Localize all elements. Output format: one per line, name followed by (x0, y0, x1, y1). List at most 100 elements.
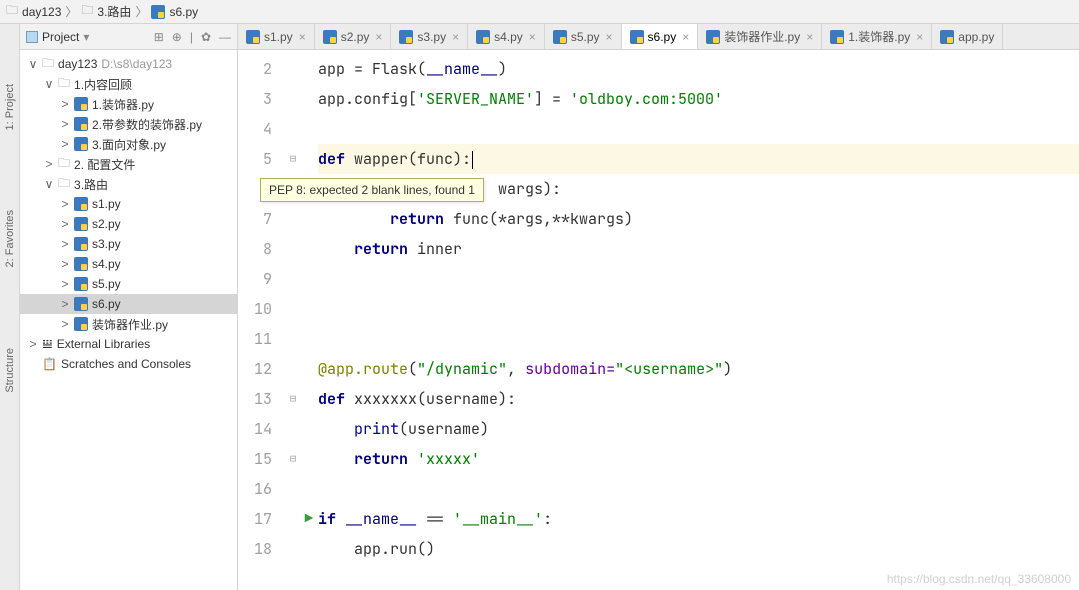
dropdown-icon[interactable]: ▾ (83, 30, 89, 44)
tree-row[interactable]: 📋Scratches and Consoles (20, 354, 237, 374)
fold-toggle[interactable] (286, 324, 300, 354)
tool-window-tab[interactable]: 1: Project (4, 84, 16, 130)
code-line[interactable] (318, 114, 1079, 144)
tree-row[interactable]: ∨🗀day123 D:\s8\day123 (20, 54, 237, 74)
fold-toggle[interactable]: ⊟ (286, 144, 300, 174)
tree-row[interactable]: >s3.py (20, 234, 237, 254)
chevron-icon[interactable]: ∨ (44, 177, 54, 191)
code-line[interactable]: return inner (318, 234, 1079, 264)
chevron-icon[interactable]: > (60, 237, 70, 251)
close-icon[interactable]: × (375, 30, 382, 44)
line-number: 15 (238, 444, 272, 474)
tree-label: s4.py (92, 257, 121, 271)
tree-row[interactable]: >s6.py (20, 294, 237, 314)
chevron-icon[interactable]: > (28, 337, 38, 351)
editor-tab[interactable]: s3.py× (391, 24, 468, 49)
fold-toggle[interactable] (286, 264, 300, 294)
code-editor[interactable]: 23456789101112131415161718 ⊟⊟⊟⊟ ▶ app = … (238, 50, 1079, 590)
chevron-icon[interactable]: > (60, 257, 70, 271)
panel-tool-button[interactable]: ✿ (201, 30, 211, 44)
tool-window-tab[interactable]: Structure (4, 348, 16, 393)
fold-toggle[interactable] (286, 414, 300, 444)
close-icon[interactable]: × (682, 30, 689, 44)
chevron-icon[interactable]: > (60, 117, 70, 131)
chevron-icon[interactable]: > (60, 137, 70, 151)
fold-toggle[interactable]: ⊟ (286, 384, 300, 414)
editor-tab[interactable]: 1.装饰器.py× (822, 24, 932, 49)
chevron-icon[interactable]: > (60, 217, 70, 231)
code-line[interactable]: app = Flask(__name__) (318, 54, 1079, 84)
fold-toggle[interactable] (286, 54, 300, 84)
tree-row[interactable]: >装饰器作业.py (20, 314, 237, 334)
tree-row[interactable]: >3.面向对象.py (20, 134, 237, 154)
editor-tab[interactable]: s1.py× (238, 24, 315, 49)
tree-row[interactable]: >𝍎External Libraries (20, 334, 237, 354)
close-icon[interactable]: × (452, 30, 459, 44)
panel-tool-button[interactable]: ⊞ (154, 30, 164, 44)
close-icon[interactable]: × (529, 30, 536, 44)
fold-toggle[interactable] (286, 474, 300, 504)
editor-tab[interactable]: s2.py× (315, 24, 392, 49)
fold-toggle[interactable] (286, 204, 300, 234)
chevron-icon[interactable]: > (60, 197, 70, 211)
chevron-icon[interactable]: > (60, 277, 70, 291)
code-line[interactable]: if __name__ == '__main__': (318, 504, 1079, 534)
tool-window-tab[interactable]: 2: Favorites (4, 210, 16, 267)
tree-row[interactable]: ∨🗀1.内容回顾 (20, 74, 237, 94)
chevron-icon[interactable]: > (60, 97, 70, 111)
breadcrumb-item[interactable]: s6.py (151, 5, 198, 19)
fold-toggle[interactable] (286, 294, 300, 324)
code-line[interactable]: @app.route("/dynamic", subdomain="<usern… (318, 354, 1079, 384)
close-icon[interactable]: × (806, 30, 813, 44)
tree-row[interactable]: >🗀2. 配置文件 (20, 154, 237, 174)
panel-tool-button[interactable]: — (219, 30, 231, 44)
chevron-icon[interactable]: ∨ (44, 77, 54, 91)
chevron-icon[interactable]: > (60, 297, 70, 311)
fold-toggle[interactable] (286, 354, 300, 384)
editor-tab[interactable]: s5.py× (545, 24, 622, 49)
code-line[interactable]: app.config['SERVER_NAME'] = 'oldboy.com:… (318, 84, 1079, 114)
fold-gutter[interactable]: ⊟⊟⊟⊟ (286, 50, 300, 590)
tree-row[interactable]: >s5.py (20, 274, 237, 294)
code-content[interactable]: app = Flask(__name__)app.config['SERVER_… (318, 50, 1079, 590)
fold-toggle[interactable] (286, 534, 300, 564)
close-icon[interactable]: × (606, 30, 613, 44)
tree-row[interactable]: >s1.py (20, 194, 237, 214)
tree-row[interactable]: >2.带参数的装饰器.py (20, 114, 237, 134)
code-line[interactable]: def xxxxxxx(username): (318, 384, 1079, 414)
panel-tool-button[interactable]: | (190, 30, 193, 44)
code-line[interactable] (318, 474, 1079, 504)
fold-toggle[interactable]: ⊟ (286, 444, 300, 474)
close-icon[interactable]: × (916, 30, 923, 44)
tree-row[interactable]: ∨🗀3.路由 (20, 174, 237, 194)
fold-toggle[interactable] (286, 114, 300, 144)
run-gutter[interactable]: ▶ (300, 50, 318, 590)
panel-tool-button[interactable]: ⊕ (172, 30, 182, 44)
code-line[interactable]: print(username) (318, 414, 1079, 444)
editor-tab[interactable]: s4.py× (468, 24, 545, 49)
editor-tab[interactable]: s6.py× (622, 24, 699, 50)
fold-toggle[interactable] (286, 234, 300, 264)
code-line[interactable] (318, 324, 1079, 354)
code-line[interactable] (318, 264, 1079, 294)
code-line[interactable]: def wapper(func): (318, 144, 1079, 174)
code-line[interactable]: app.run() (318, 534, 1079, 564)
code-line[interactable] (318, 294, 1079, 324)
editor-tab[interactable]: 装饰器作业.py× (698, 24, 822, 49)
chevron-icon[interactable]: > (44, 157, 54, 171)
fold-toggle[interactable] (286, 84, 300, 114)
tree-row[interactable]: > s4.py (20, 254, 237, 274)
breadcrumb-item[interactable]: 🗀day123 (6, 1, 61, 22)
code-line[interactable]: return func(*args,**kwargs) (318, 204, 1079, 234)
editor-tab[interactable]: app.py (932, 24, 1003, 49)
breadcrumb-item[interactable]: 🗀3.路由 (81, 1, 131, 22)
chevron-icon[interactable]: ∨ (28, 57, 38, 71)
project-tree[interactable]: ∨🗀day123 D:\s8\day123∨🗀1.内容回顾>1.装饰器.py>2… (20, 50, 237, 378)
tree-row[interactable]: >s2.py (20, 214, 237, 234)
chevron-icon[interactable]: > (60, 317, 70, 331)
code-line[interactable]: return 'xxxxx' (318, 444, 1079, 474)
tree-row[interactable]: >1.装饰器.py (20, 94, 237, 114)
close-icon[interactable]: × (299, 30, 306, 44)
run-icon[interactable]: ▶ (305, 510, 313, 528)
fold-toggle[interactable] (286, 504, 300, 534)
